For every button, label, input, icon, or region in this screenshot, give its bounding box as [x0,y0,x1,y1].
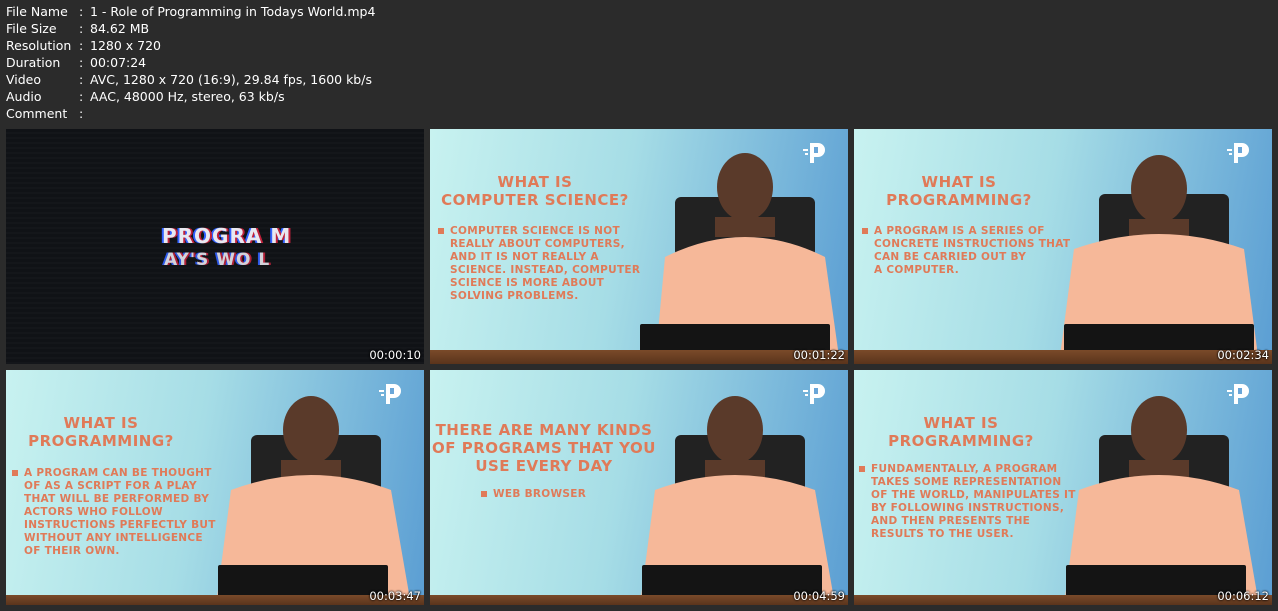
info-colon: : [79,72,84,87]
info-row-file-size: File Size:84.62 MB [6,20,375,37]
thumbnail-intro[interactable]: PROGRA M AY'S WO L 00:00:10 [6,129,424,364]
slide-title: WHAT IS COMPUTER SCIENCE? [441,173,629,209]
info-value: 1280 x 720 [90,38,162,53]
timestamp: 00:00:10 [369,348,421,362]
desk [854,350,1272,364]
slide-bullet: FUNDAMENTALLY, A PROGRAM TAKES SOME REPR… [859,463,1076,540]
info-colon: : [79,89,84,104]
slide-title: WHAT IS PROGRAMMING? [28,414,174,450]
slide-title: THERE ARE MANY KINDS OF PROGRAMS THAT YO… [432,421,656,475]
thumbnail-programming-1[interactable]: WHAT IS PROGRAMMING? A PROGRAM IS A SERI… [854,129,1272,364]
slide-bullet: COMPUTER SCIENCE IS NOT REALLY ABOUT COM… [437,225,641,302]
thumbnail-kinds-of-programs[interactable]: THERE ARE MANY KINDS OF PROGRAMS THAT YO… [430,370,848,605]
media-info-panel: File Name:1 - Role of Programming in Tod… [6,3,375,122]
timestamp: 00:01:22 [793,348,845,362]
info-value: AAC, 48000 Hz, stereo, 63 kb/s [90,89,285,104]
info-value: 84.62 MB [90,21,150,36]
slide-bullet: WEB BROWSER [480,488,587,500]
timestamp: 00:04:59 [793,589,845,603]
info-row-resolution: Resolution:1280 x 720 [6,37,375,54]
thumbnail-programming-2[interactable]: WHAT IS PROGRAMMING? A PROGRAM CAN BE TH… [6,370,424,605]
info-colon: : [79,38,84,53]
slide-bullet: A PROGRAM CAN BE THOUGHT OF AS A SCRIPT … [12,467,216,557]
info-row-comment: Comment: [6,105,375,122]
info-row-duration: Duration:00:07:24 [6,54,375,71]
intro-title-line2: AY'S WO L [164,250,271,270]
info-key: Comment [6,106,68,121]
timestamp: 00:06:12 [1217,589,1269,603]
slide-bullet: A PROGRAM IS A SERIES OF CONCRETE INSTRU… [861,225,1071,276]
info-value: 1 - Role of Programming in Todays World.… [90,4,376,19]
info-key: Video [6,72,42,87]
slide-title: WHAT IS PROGRAMMING? [888,414,1034,450]
desk [6,595,424,605]
info-colon: : [79,106,84,121]
info-colon: : [79,4,84,19]
timestamp: 00:02:34 [1217,348,1269,362]
info-row-audio: Audio: AAC, 48000 Hz, stereo, 63 kb/s [6,88,375,105]
intro-title-line1: PROGRA M [162,224,292,248]
desk [430,595,848,605]
info-key: File Size [6,21,57,36]
info-key: Audio [6,89,42,104]
thumbnail-computer-science[interactable]: WHAT IS COMPUTER SCIENCE? COMPUTER SCIEN… [430,129,848,364]
info-row-video: Video: AVC, 1280 x 720 (16:9), 29.84 fps,… [6,71,375,88]
thumbnail-programming-3[interactable]: WHAT IS PROGRAMMING? FUNDAMENTALLY, A PR… [854,370,1272,605]
info-value: AVC, 1280 x 720 (16:9), 29.84 fps, 1600 … [90,72,372,87]
info-row-file-name: File Name:1 - Role of Programming in Tod… [6,3,375,20]
info-key: Resolution [6,38,72,53]
info-colon: : [79,55,84,70]
desk [430,350,848,364]
info-colon: : [79,21,84,36]
info-value: 00:07:24 [90,55,147,70]
desk [854,595,1272,605]
info-key: Duration [6,55,61,70]
timestamp: 00:03:47 [369,589,421,603]
slide-title: WHAT IS PROGRAMMING? [886,173,1032,209]
info-key: File Name [6,4,68,19]
